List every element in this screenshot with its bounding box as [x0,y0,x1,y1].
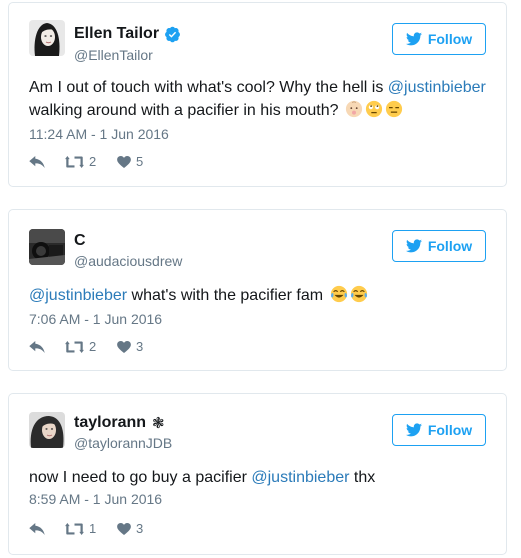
verified-badge-icon [164,26,181,43]
tweet-timestamp[interactable]: 11:24 AM - 1 Jun 2016 [29,126,169,142]
follow-button-label: Follow [427,238,473,254]
reply-button[interactable] [29,341,65,353]
heart-icon [117,156,131,168]
retweet-icon [65,341,84,353]
reply-icon [29,523,45,535]
tweet-timestamp[interactable]: 8:59 AM - 1 Jun 2016 [29,491,162,507]
twitter-bird-icon [406,32,422,46]
user-handle[interactable]: @audaciousdrew [74,253,182,269]
tweet-text-before: now I need to go buy a pacifier [29,469,252,486]
tweet-text-before: Am I out of touch with what's cool? Why … [29,79,388,96]
like-count: 3 [136,339,144,354]
avatar[interactable] [29,229,65,265]
user-name-line[interactable]: Ellen Tailor [74,25,181,43]
follow-button[interactable]: Follow [392,230,486,262]
avatar[interactable] [29,20,65,56]
tears-of-joy-emoji [330,285,347,303]
tweet-card: taylorann ❃ @taylorannJDB Follow now I n… [8,393,507,555]
follow-button-label: Follow [427,422,473,438]
user-name-line[interactable]: C [74,232,86,250]
retweet-count: 1 [89,521,97,536]
reply-button[interactable] [29,156,65,168]
tears-of-joy-emoji [350,285,367,303]
user-name-line[interactable]: taylorann ❃ [74,414,165,432]
tweet-text: @justinbieber what's with the pacifier f… [29,284,490,307]
reply-icon [29,156,45,168]
tweet-actions: 2 5 [29,154,143,169]
reply-icon [29,341,45,353]
twitter-bird-icon [406,423,422,437]
user-name[interactable]: C [74,232,86,250]
baby-face-emoji [345,100,363,118]
tweet-text-after: what's with the pacifier fam [127,287,328,304]
tweet-card: C @audaciousdrew Follow @justinbieber wh… [8,209,507,371]
user-name[interactable]: Ellen Tailor [74,25,159,43]
mention-link[interactable]: @justinbieber [29,287,127,304]
retweet-count: 2 [89,339,97,354]
like-count: 3 [136,521,144,536]
heart-icon [117,523,131,535]
tweet-actions: 2 3 [29,339,143,354]
user-handle[interactable]: @EllenTailor [74,47,153,63]
mention-link[interactable]: @justinbieber [388,79,486,96]
follow-button-label: Follow [427,31,473,47]
follow-button[interactable]: Follow [392,414,486,446]
retweet-button[interactable]: 2 [65,339,117,354]
retweet-button[interactable]: 2 [65,154,117,169]
tweet-text: now I need to go buy a pacifier @justinb… [29,466,490,489]
tweet-timestamp[interactable]: 7:06 AM - 1 Jun 2016 [29,311,162,327]
retweet-count: 2 [89,154,97,169]
mention-link[interactable]: @justinbieber [251,469,349,486]
like-count: 5 [136,154,144,169]
face-with-rolling-eyes-emoji [365,100,383,118]
like-button[interactable]: 5 [117,154,143,169]
reply-button[interactable] [29,523,65,535]
tweet-card: Ellen Tailor @EllenTailor Follow Am I ou… [8,2,507,187]
expressionless-face-emoji [385,100,403,118]
name-flair: ❃ [152,415,165,432]
twitter-bird-icon [406,239,422,253]
like-button[interactable]: 3 [117,521,143,536]
tweet-text-after: walking around with a pacifier in his mo… [29,102,343,119]
avatar[interactable] [29,412,65,448]
retweet-icon [65,156,84,168]
tweet-text-after: thx [349,469,376,486]
like-button[interactable]: 3 [117,339,143,354]
heart-icon [117,341,131,353]
user-name[interactable]: taylorann [74,414,146,432]
user-handle[interactable]: @taylorannJDB [74,435,172,451]
tweet-actions: 1 3 [29,521,143,536]
follow-button[interactable]: Follow [392,23,486,55]
retweet-icon [65,523,84,535]
retweet-button[interactable]: 1 [65,521,117,536]
tweet-text: Am I out of touch with what's cool? Why … [29,76,490,122]
